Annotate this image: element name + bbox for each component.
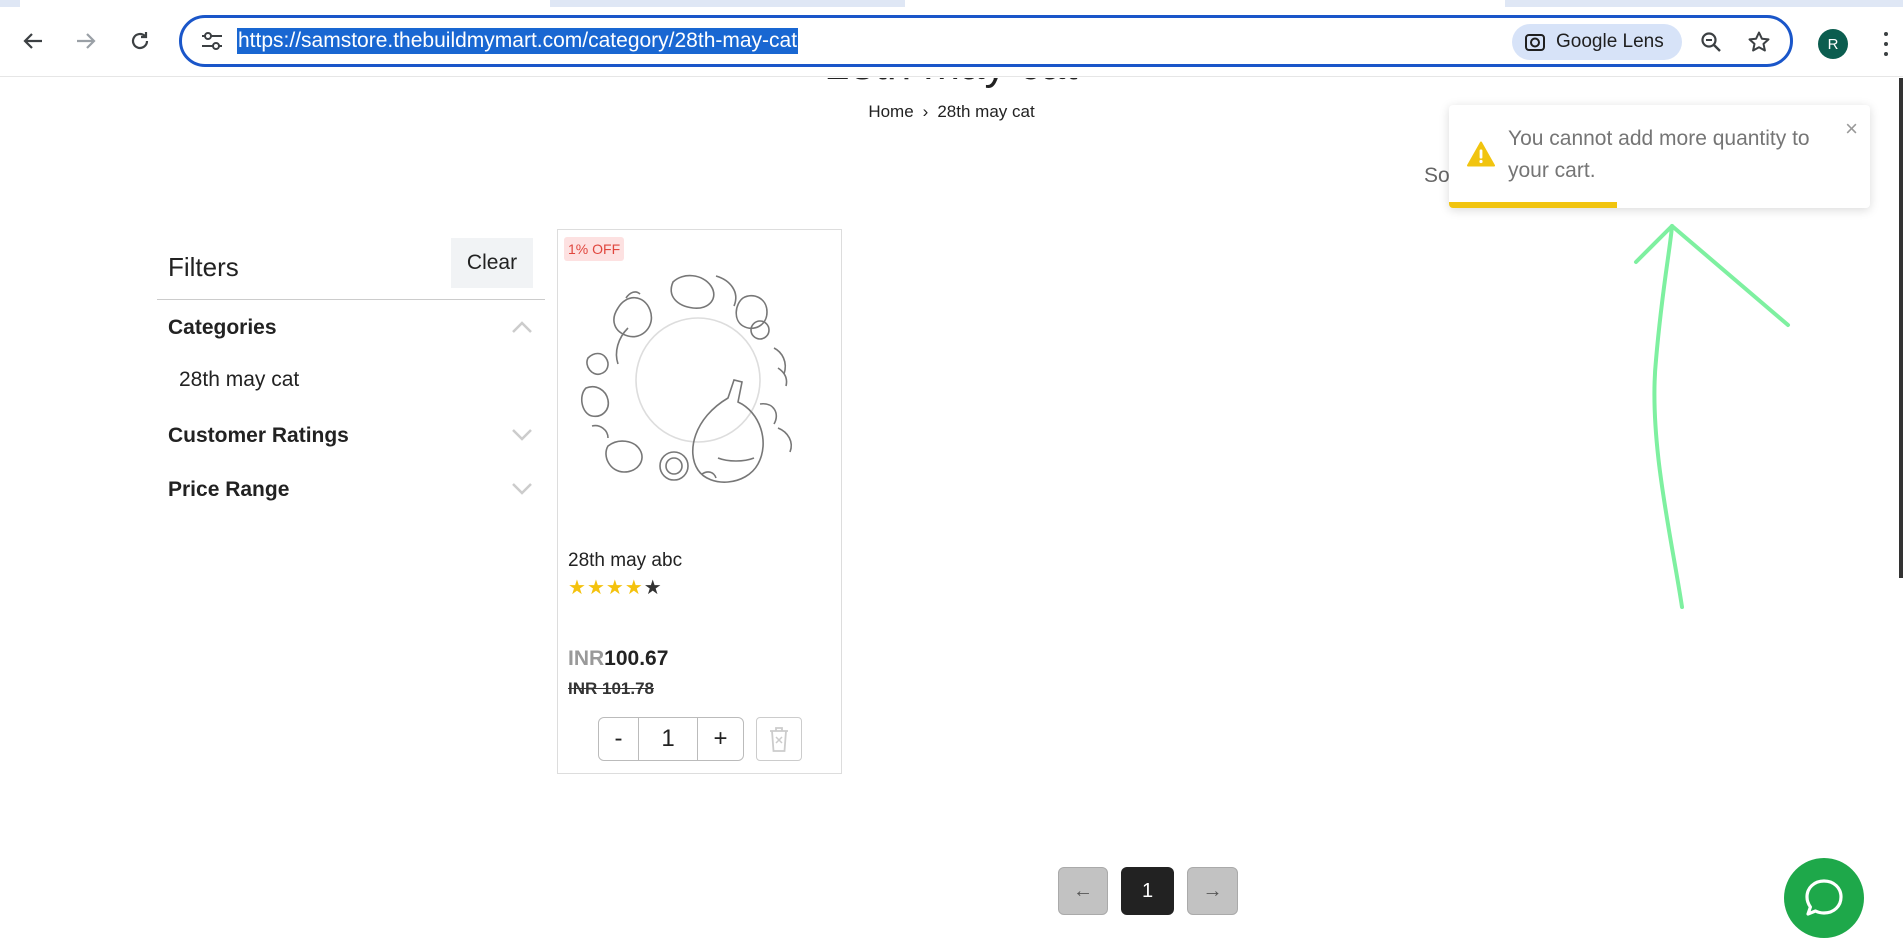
zoom-button[interactable]	[1697, 28, 1725, 56]
star-filled-icon: ★	[568, 577, 587, 599]
clear-filters-button[interactable]: Clear	[451, 238, 533, 288]
tab-strip	[0, 0, 1903, 7]
zoom-icon	[1701, 32, 1721, 52]
sort-label[interactable]: So	[1424, 164, 1450, 188]
tab[interactable]	[905, 0, 1505, 7]
pagination-prev-button[interactable]: ←	[1058, 867, 1108, 915]
star-empty-icon: ★	[643, 577, 663, 599]
profile-avatar[interactable]: R	[1818, 29, 1848, 59]
pagination-next-button[interactable]: →	[1187, 867, 1238, 915]
filter-section-customer-ratings[interactable]: Customer Ratings	[157, 408, 545, 462]
reload-button[interactable]	[126, 27, 154, 55]
toast-close-button[interactable]: ×	[1845, 118, 1858, 140]
decrease-quantity-button[interactable]: -	[599, 718, 639, 760]
chevron-up-icon[interactable]	[511, 320, 533, 334]
product-rating: ★★★★★	[568, 575, 663, 600]
product-price: INR100.67	[568, 647, 668, 671]
url-text[interactable]: https://samstore.thebuildmymart.com/cate…	[237, 28, 799, 54]
star-icon	[1748, 31, 1770, 52]
toast-message: You cannot add more quantity to your car…	[1508, 127, 1810, 182]
product-card[interactable]: 1% OFF 28th may abc ★★★★★ INR100.67 INR …	[557, 229, 842, 774]
chat-button[interactable]	[1784, 858, 1864, 938]
filter-section-price-range[interactable]: Price Range	[157, 462, 545, 516]
forward-button[interactable]	[72, 27, 100, 55]
chat-bubble-icon	[1805, 879, 1843, 916]
google-lens-button[interactable]: Google Lens	[1512, 24, 1682, 60]
breadcrumb-separator: ›	[922, 102, 929, 121]
star-filled-icon: ★	[624, 577, 644, 599]
filter-section-categories[interactable]: Categories	[157, 300, 545, 354]
price-amount: 100.67	[604, 647, 669, 670]
product-name[interactable]: 28th may abc	[568, 550, 682, 572]
reload-icon	[131, 32, 149, 50]
breadcrumb-home-link[interactable]: Home	[868, 102, 913, 121]
quantity-stepper: - 1 +	[598, 717, 744, 761]
increase-quantity-button[interactable]: +	[697, 718, 743, 760]
address-bar[interactable]: https://samstore.thebuildmymart.com/cate…	[179, 15, 1793, 67]
warning-toast: You cannot add more quantity to your car…	[1449, 105, 1870, 208]
arrow-left-icon	[23, 33, 42, 49]
pagination-page-1[interactable]: 1	[1121, 867, 1174, 915]
breadcrumb-current: 28th may cat	[937, 102, 1035, 121]
product-mrp: INR 101.78	[568, 679, 654, 698]
star-filled-icon: ★	[605, 577, 625, 599]
toast-progress-bar	[1449, 202, 1618, 208]
tab[interactable]	[20, 0, 550, 7]
chevron-down-icon[interactable]	[511, 482, 533, 496]
google-lens-label: Google Lens	[1556, 31, 1664, 52]
filter-option-label: 28th may cat	[179, 368, 300, 391]
filters-title: Filters	[168, 252, 239, 282]
chevron-down-icon[interactable]	[511, 428, 533, 442]
scrollbar[interactable]	[1899, 78, 1903, 578]
filter-section-label: Price Range	[168, 478, 290, 501]
filter-section-label: Customer Ratings	[168, 424, 349, 447]
kebab-icon[interactable]	[1878, 29, 1894, 59]
bookmark-button[interactable]	[1745, 28, 1773, 56]
filters-panel: Filters Clear Categories 28th may cat Cu…	[157, 238, 545, 516]
back-button[interactable]	[19, 27, 47, 55]
star-filled-icon: ★	[586, 577, 606, 599]
remove-from-cart-button[interactable]	[756, 717, 802, 761]
filters-header: Filters Clear	[157, 238, 545, 300]
warning-icon	[1467, 141, 1495, 167]
arrow-right-icon	[77, 33, 96, 49]
price-currency: INR	[568, 647, 605, 670]
filter-section-label: Categories	[168, 316, 277, 339]
browser-toolbar: https://samstore.thebuildmymart.com/cate…	[0, 7, 1903, 77]
tune-icon[interactable]	[200, 30, 224, 52]
discount-badge: 1% OFF	[564, 237, 625, 261]
filter-option-category[interactable]: 28th may cat	[157, 354, 545, 408]
quantity-value[interactable]: 1	[639, 718, 697, 760]
camera-lens-icon	[1525, 34, 1545, 51]
page-title: 28th may cat	[0, 78, 1903, 90]
page-content: 28th may cat Home › 28th may cat So Filter…	[0, 78, 1903, 945]
trash-icon	[770, 727, 788, 752]
product-image[interactable]	[578, 268, 822, 498]
